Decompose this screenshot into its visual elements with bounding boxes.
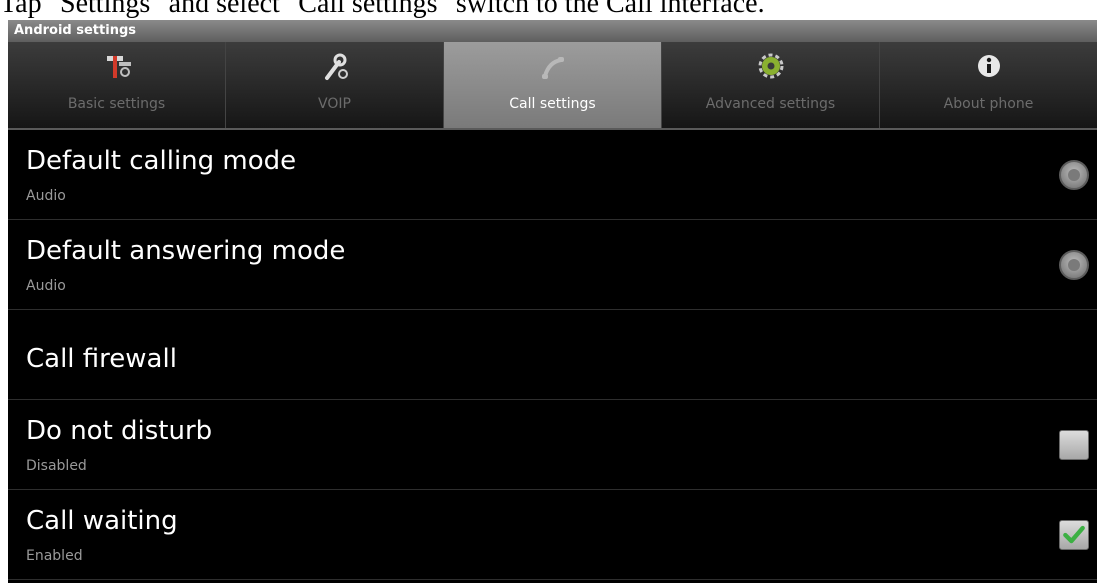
setting-title: Call waiting [26, 506, 178, 536]
tab-about-phone[interactable]: About phone [880, 42, 1097, 128]
setting-summary: Audio [26, 188, 66, 204]
answering-mode-radio[interactable] [1059, 250, 1089, 280]
tab-label: Basic settings [67, 96, 166, 112]
settings-tab-bar: Basic settings VOIP Call settings Advanc… [8, 42, 1097, 130]
setting-title: Do not disturb [26, 416, 213, 446]
setting-title: Default answering mode [26, 236, 346, 266]
tab-label: VOIP [318, 96, 351, 112]
window-title: Android settings [8, 20, 1097, 42]
phone-handset-icon [541, 57, 564, 79]
tab-call-settings[interactable]: Call settings [444, 42, 662, 128]
document-caption: Tap "Settings" and select "Call settings… [0, 0, 765, 19]
tab-label: About phone [943, 96, 1034, 112]
settings-list: Default calling mode Audio Default answe… [8, 130, 1097, 580]
setting-default-calling-mode[interactable]: Default calling mode Audio [8, 130, 1097, 220]
android-screen: Android settings Basic settings VOIP Cal… [8, 20, 1097, 583]
gear-icon [758, 53, 783, 79]
setting-do-not-disturb[interactable]: Do not disturb Disabled [8, 400, 1097, 490]
setting-title: Default calling mode [26, 146, 297, 176]
wrench-icon [324, 53, 348, 80]
tab-basic-settings[interactable]: Basic settings [8, 42, 226, 128]
tab-voip[interactable]: VOIP [226, 42, 444, 128]
checkmark-icon [1063, 525, 1085, 544]
call-waiting-checkbox[interactable] [1059, 520, 1089, 550]
tab-label: Call settings [509, 96, 596, 112]
page: Tap "Settings" and select "Call settings… [0, 0, 1105, 583]
setting-default-answering-mode[interactable]: Default answering mode Audio [8, 220, 1097, 310]
tab-advanced-settings[interactable]: Advanced settings [662, 42, 880, 128]
setting-call-waiting[interactable]: Call waiting Enabled [8, 490, 1097, 580]
setting-title: Call firewall [26, 344, 177, 374]
setting-summary: Disabled [26, 458, 87, 474]
do-not-disturb-checkbox[interactable] [1059, 430, 1089, 460]
setting-summary: Audio [26, 278, 66, 294]
setting-call-firewall[interactable]: Call firewall [8, 310, 1097, 400]
calling-mode-radio[interactable] [1059, 160, 1089, 190]
info-icon [977, 55, 1000, 77]
tools-icon [106, 56, 131, 78]
tab-label: Advanced settings [705, 96, 836, 112]
setting-summary: Enabled [26, 548, 83, 564]
